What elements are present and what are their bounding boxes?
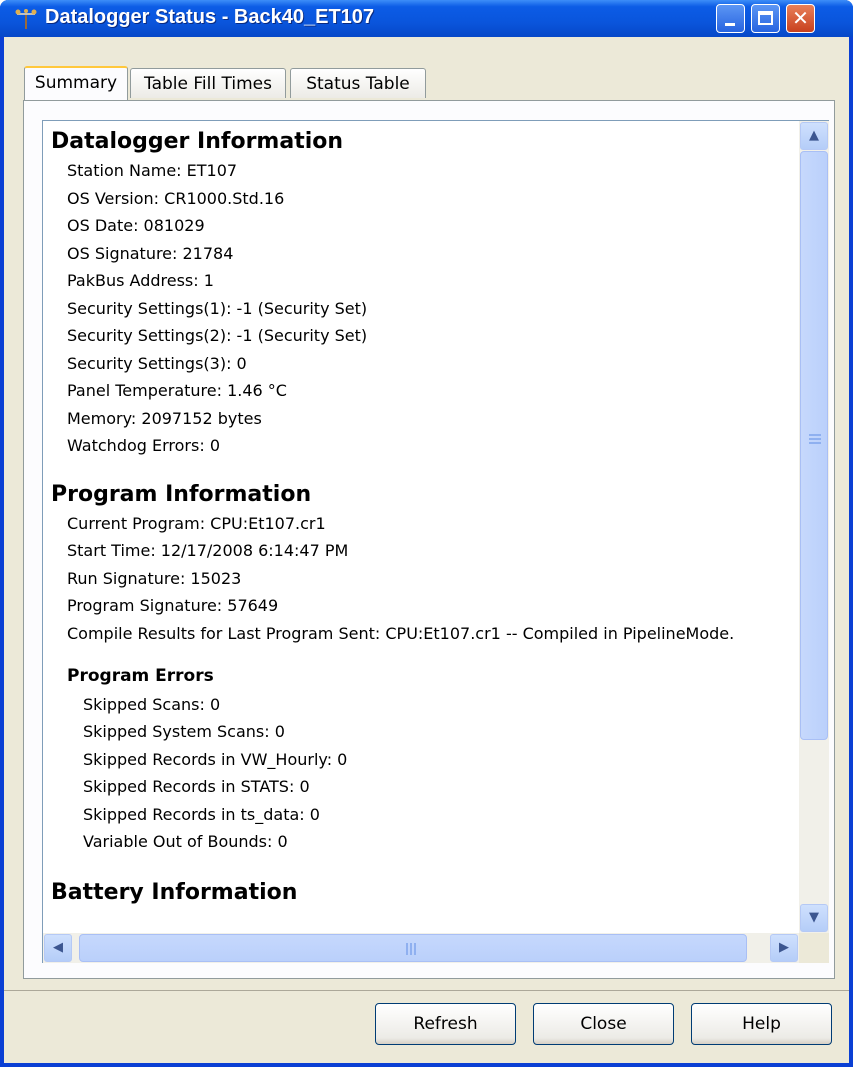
panel-temperature: Panel Temperature: 1.46 °C	[67, 381, 287, 400]
battery-info-heading: Battery Information	[51, 879, 298, 905]
run-signature: Run Signature: 15023	[67, 568, 242, 588]
minimize-icon	[725, 23, 735, 26]
os-signature: OS Signature: 21784	[67, 243, 234, 263]
skipped-scans: Skipped Scans: 0	[83, 694, 221, 714]
close-window-button[interactable]: ✕	[786, 4, 815, 33]
app-icon	[15, 9, 37, 29]
grip-icon	[809, 434, 821, 444]
title-bar[interactable]: Datalogger Status - Back40_ET107 ✕	[0, 0, 853, 37]
maximize-button[interactable]	[751, 4, 780, 33]
datalogger-info-heading: Datalogger Information	[51, 129, 344, 154]
variable-out-of-bounds: Variable Out of Bounds: 0	[83, 832, 288, 851]
compile-results: Compile Results for Last Program Sent: C…	[67, 623, 735, 643]
maximize-icon	[758, 11, 773, 25]
program-signature: Program Signature: 57649	[67, 596, 279, 615]
skipped-system-scans: Skipped System Scans: 0	[83, 722, 285, 741]
refresh-button[interactable]: Refresh	[375, 1003, 516, 1045]
station-name: Station Name: ET107	[67, 161, 238, 180]
horizontal-scroll-thumb[interactable]	[79, 934, 747, 962]
tab-summary[interactable]: Summary	[24, 66, 128, 100]
scroll-down-button[interactable]: ▼	[800, 904, 828, 932]
program-info-heading: Program Information	[51, 481, 312, 507]
window-title: Datalogger Status - Back40_ET107	[45, 6, 375, 28]
summary-content[interactable]: Datalogger Information Station Name: ET1…	[42, 120, 800, 934]
close-icon: ✕	[792, 6, 809, 30]
divider	[4, 990, 849, 991]
scroll-right-button[interactable]: ▶	[770, 934, 798, 962]
tab-table-fill-times[interactable]: Table Fill Times	[130, 68, 286, 98]
start-time: Start Time: 12/17/2008 6:14:47 PM	[67, 541, 349, 560]
scroll-up-button[interactable]: ▲	[800, 122, 828, 150]
vertical-scrollbar[interactable]: ▲ ▼	[799, 120, 829, 934]
scrollbar-corner	[799, 933, 829, 963]
vertical-scroll-thumb[interactable]	[800, 151, 828, 740]
os-version: OS Version: CR1000.Std.16	[67, 188, 285, 208]
security-settings-2: Security Settings(2): -1 (Security Set)	[67, 326, 368, 345]
scroll-left-button[interactable]: ◀	[44, 934, 72, 962]
skipped-records-stats: Skipped Records in STATS: 0	[83, 777, 310, 796]
watchdog-errors: Watchdog Errors: 0	[67, 436, 220, 455]
help-button[interactable]: Help	[691, 1003, 832, 1045]
current-program: Current Program: CPU:Et107.cr1	[67, 513, 326, 533]
security-settings-1: Security Settings(1): -1 (Security Set)	[67, 298, 368, 318]
skipped-records-ts-data: Skipped Records in ts_data: 0	[83, 804, 320, 824]
memory: Memory: 2097152 bytes	[67, 408, 262, 428]
security-settings-3: Security Settings(3): 0	[67, 353, 247, 373]
grip-icon	[406, 943, 418, 955]
os-date: OS Date: 081029	[67, 216, 205, 235]
datalogger-status-window: Datalogger Status - Back40_ET107 ✕ Summa…	[0, 0, 853, 1067]
close-button[interactable]: Close	[533, 1003, 674, 1045]
horizontal-scrollbar[interactable]: ◀ ▶	[42, 933, 800, 963]
skipped-records-vw-hourly: Skipped Records in VW_Hourly: 0	[83, 749, 348, 769]
pakbus-address: PakBus Address: 1	[67, 271, 214, 290]
minimize-button[interactable]	[716, 4, 745, 33]
tab-status-table[interactable]: Status Table	[290, 68, 426, 98]
program-errors-heading: Program Errors	[67, 666, 214, 686]
